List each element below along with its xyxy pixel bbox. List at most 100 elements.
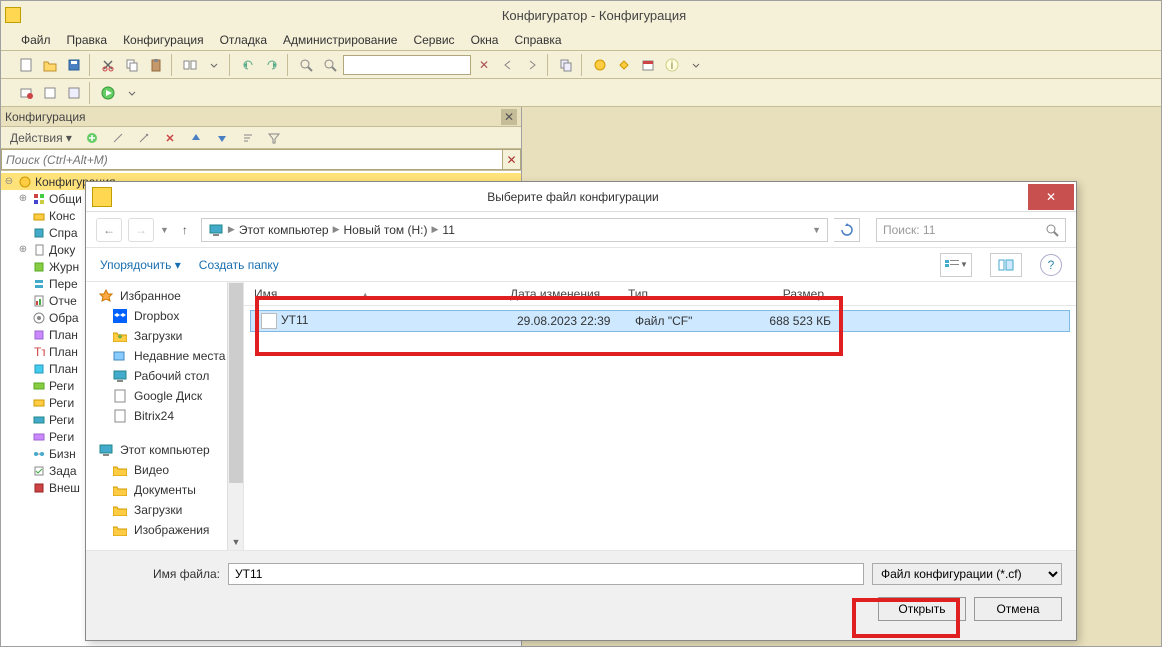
sidebar-images[interactable]: Изображения [86, 520, 243, 540]
close-panel-button[interactable]: ✕ [501, 109, 517, 125]
sidebar-bitrix[interactable]: Bitrix24 [86, 406, 243, 426]
menu-help[interactable]: Справка [508, 31, 567, 49]
open-button[interactable]: Открыть [878, 597, 966, 621]
nav-forward-button[interactable]: → [128, 218, 154, 242]
zoom-button[interactable] [319, 54, 341, 76]
toolbar-search-input[interactable] [343, 55, 471, 75]
syntax-toggle-button[interactable] [613, 54, 635, 76]
view-mode-button[interactable]: ▼ [940, 253, 972, 277]
menu-windows[interactable]: Окна [465, 31, 505, 49]
refresh-button[interactable] [834, 218, 860, 242]
sidebar-scrollbar[interactable]: ▼ [227, 282, 243, 550]
breadcrumb-segment[interactable]: 11 [442, 223, 454, 237]
save-button[interactable] [63, 54, 85, 76]
file-type-cell: Файл "CF" [625, 314, 741, 328]
nav-up-button[interactable]: ↑ [175, 218, 195, 242]
wand-button[interactable] [133, 127, 155, 149]
menu-admin[interactable]: Администрирование [277, 31, 403, 49]
new-folder-button[interactable]: Создать папку [199, 258, 279, 272]
file-row-selected[interactable]: УТ11 29.08.2023 22:39 Файл "CF" 688 523 … [250, 310, 1070, 332]
path-dropdown-icon[interactable]: ▼ [812, 225, 821, 235]
breadcrumb-sep-icon[interactable]: ▶ [333, 224, 340, 235]
collapse-icon[interactable]: ⊖ [3, 176, 15, 187]
config-search-input[interactable] [1, 149, 503, 170]
redo-button[interactable] [261, 54, 283, 76]
col-size-header[interactable]: Размер [734, 287, 834, 301]
next-result-button[interactable] [521, 54, 543, 76]
copy-button[interactable] [121, 54, 143, 76]
sidebar-downloads[interactable]: Загрузки [86, 326, 243, 346]
col-name-header[interactable]: Имя ▲ [244, 287, 500, 301]
undo-button[interactable] [237, 54, 259, 76]
sort-button[interactable] [237, 127, 259, 149]
breadcrumb-segment[interactable]: Новый том (H:) [344, 223, 428, 237]
dropdown-icon[interactable] [685, 54, 707, 76]
expand-icon[interactable]: ⊕ [17, 244, 29, 255]
sidebar-recent[interactable]: Недавние места [86, 346, 243, 366]
sidebar-computer[interactable]: Этот компьютер [86, 440, 243, 460]
run-dropdown-icon[interactable] [121, 82, 143, 104]
filename-input[interactable] [228, 563, 864, 585]
find-button[interactable] [295, 54, 317, 76]
menu-file[interactable]: Файл [15, 31, 57, 49]
menu-debug[interactable]: Отладка [214, 31, 273, 49]
prev-result-button[interactable] [497, 54, 519, 76]
sidebar-gdisk[interactable]: Google Диск [86, 386, 243, 406]
dialog-close-button[interactable]: ✕ [1028, 184, 1074, 210]
new-button[interactable] [15, 54, 37, 76]
breadcrumb-path[interactable]: ▶ Этот компьютер ▶ Новый том (H:) ▶ 11 ▼ [201, 218, 828, 242]
scrollbar-thumb[interactable] [229, 283, 243, 483]
compare-button[interactable] [179, 54, 201, 76]
menu-configuration[interactable]: Конфигурация [117, 31, 210, 49]
cut-button[interactable] [97, 54, 119, 76]
expand-icon[interactable]: ⊕ [17, 193, 29, 204]
breadcrumb-segment[interactable]: Этот компьютер [239, 223, 329, 237]
breakpoint-button[interactable] [15, 82, 37, 104]
organize-dropdown[interactable]: Упорядочить ▾ [100, 258, 181, 272]
sidebar-downloads2[interactable]: Загрузки [86, 500, 243, 520]
sidebar-dropbox[interactable]: Dropbox [86, 306, 243, 326]
open-button[interactable] [39, 54, 61, 76]
delete-item-button[interactable] [159, 127, 181, 149]
debug-tool-3[interactable] [63, 82, 85, 104]
move-up-button[interactable] [185, 127, 207, 149]
documents-icon [31, 243, 47, 257]
move-down-button[interactable] [211, 127, 233, 149]
calendar-button[interactable] [637, 54, 659, 76]
col-date-header[interactable]: Дата изменения [500, 287, 618, 301]
scroll-down-icon[interactable]: ▼ [228, 534, 244, 550]
menubar[interactable]: Файл Правка Конфигурация Отладка Админис… [1, 29, 1161, 51]
debug-tool-2[interactable] [39, 82, 61, 104]
sidebar-video[interactable]: Видео [86, 460, 243, 480]
breadcrumb-sep-icon[interactable]: ▶ [228, 224, 235, 235]
info-button[interactable]: i [661, 54, 683, 76]
sidebar-documents[interactable]: Документы [86, 480, 243, 500]
clear-search-icon[interactable]: ✕ [473, 54, 495, 76]
sidebar-desktop[interactable]: Рабочий стол [86, 366, 243, 386]
dialog-search-box[interactable]: Поиск: 11 [876, 218, 1066, 242]
nav-history-dropdown[interactable]: ▼ [160, 225, 169, 235]
syntax-check-button[interactable] [589, 54, 611, 76]
menu-edit[interactable]: Правка [61, 31, 114, 49]
duplicate-button[interactable] [555, 54, 577, 76]
col-type-header[interactable]: Тип [618, 287, 734, 301]
file-icon [112, 389, 128, 403]
add-item-button[interactable] [81, 127, 103, 149]
preview-pane-button[interactable] [990, 253, 1022, 277]
sidebar-favorites[interactable]: Избранное [86, 286, 243, 306]
edit-item-button[interactable] [107, 127, 129, 149]
run-button[interactable] [97, 82, 119, 104]
cancel-button[interactable]: Отмена [974, 597, 1062, 621]
file-filter-select[interactable]: Файл конфигурации (*.cf) [872, 563, 1062, 585]
menu-service[interactable]: Сервис [407, 31, 460, 49]
filter-button[interactable] [263, 127, 285, 149]
breadcrumb-sep-icon[interactable]: ▶ [432, 224, 439, 235]
dropdown-toolbar-icon[interactable] [203, 54, 225, 76]
svg-text:i: i [671, 58, 674, 72]
clear-config-search-button[interactable]: ✕ [503, 149, 521, 170]
actions-dropdown[interactable]: Действия ▾ [5, 129, 77, 147]
paste-button[interactable] [145, 54, 167, 76]
nav-back-button[interactable]: ← [96, 218, 122, 242]
video-folder-icon [112, 463, 128, 477]
help-button[interactable]: ? [1040, 254, 1062, 276]
